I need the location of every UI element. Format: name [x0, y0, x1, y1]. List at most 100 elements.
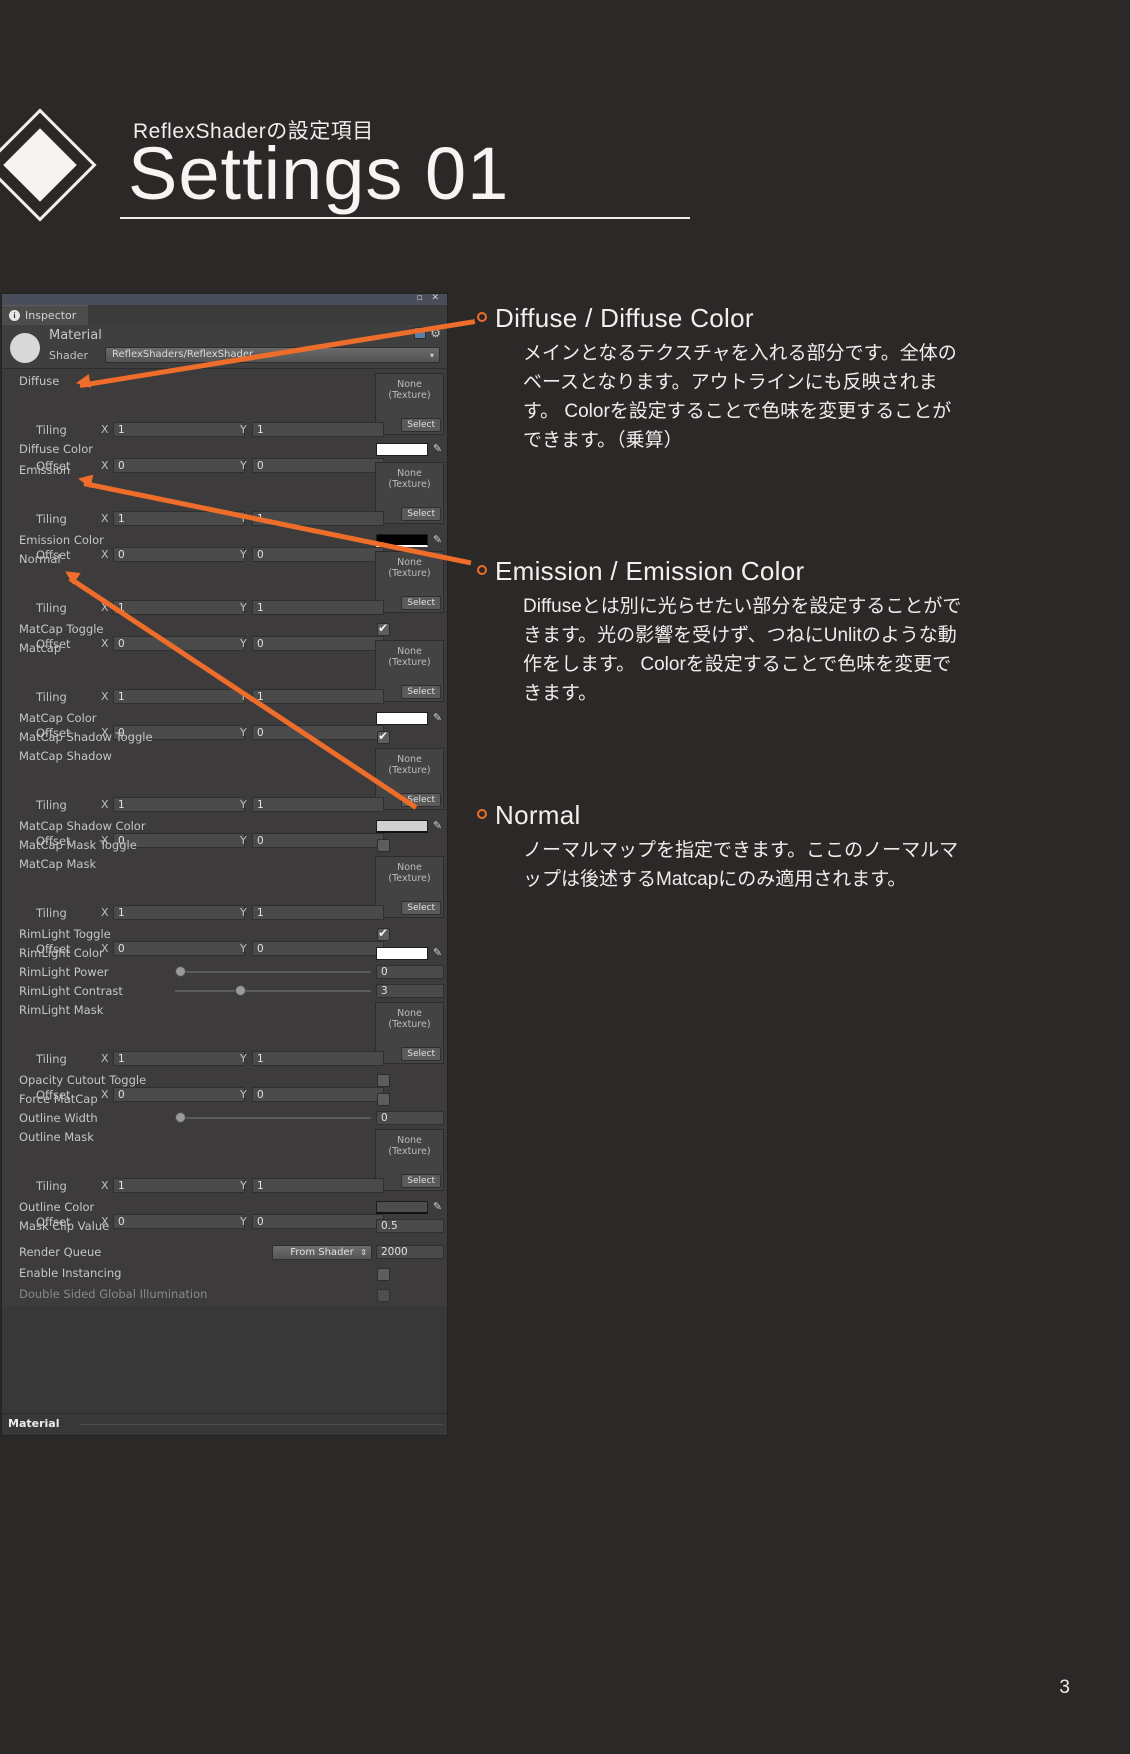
row-matcap-color[interactable]: MatCap Color ✎ — [2, 709, 447, 728]
row-rimlight-mask[interactable]: RimLight Mask — [2, 1001, 447, 1020]
tiling-y-input[interactable]: 1 — [252, 600, 384, 615]
eyedropper-icon[interactable]: ✎ — [431, 443, 444, 456]
row-matcap-mask[interactable]: MatCap Mask — [2, 855, 447, 874]
note-bullet-icon — [477, 809, 487, 819]
row-outline-mask-tiling[interactable]: Tiling X1 Y1 — [2, 1177, 447, 1196]
row-force-matcap[interactable]: Force MatCap — [2, 1090, 447, 1109]
slider-knob[interactable] — [175, 966, 186, 977]
row-rimlight-mask-tiling[interactable]: Tiling X1 Y1 — [2, 1050, 447, 1069]
eyedropper-icon[interactable]: ✎ — [431, 712, 444, 725]
color-swatch-rimlight[interactable] — [376, 947, 428, 960]
slider-outline-width[interactable] — [175, 1111, 371, 1124]
row-enable-instancing[interactable]: Enable Instancing — [2, 1264, 447, 1285]
row-matcap-shadow[interactable]: MatCap Shadow — [2, 747, 447, 766]
row-rimlight-color[interactable]: RimLight Color ✎ — [2, 944, 447, 963]
checkbox-matcap-shadow-toggle[interactable] — [377, 729, 390, 744]
eyedropper-icon[interactable]: ✎ — [431, 947, 444, 960]
row-label: Emission Color — [19, 533, 104, 547]
row-matcap-mask-tiling[interactable]: Tiling X1 Y1 — [2, 904, 447, 923]
row-matcap-tiling[interactable]: Tiling X1 Y1 — [2, 688, 447, 707]
axis-y-label: Y — [240, 906, 247, 919]
window-buttons[interactable]: ▫ ✕ — [416, 293, 442, 304]
axis-y-label: Y — [240, 1052, 247, 1065]
tiling-x-input[interactable]: 1 — [113, 422, 245, 437]
checkbox-force-matcap[interactable] — [377, 1093, 390, 1106]
slider-knob[interactable] — [175, 1112, 186, 1123]
footer-label: Material — [8, 1417, 60, 1430]
row-outline-width[interactable]: Outline Width 0 — [2, 1109, 447, 1128]
color-swatch-diffuse[interactable] — [376, 443, 428, 456]
tiling-label: Tiling — [36, 798, 67, 812]
tiling-x-input[interactable]: 1 — [113, 905, 245, 920]
tiling-x-input[interactable]: 1 — [113, 1051, 245, 1066]
tiling-y-input[interactable]: 1 — [252, 1051, 384, 1066]
tiling-y-input[interactable]: 1 — [252, 1178, 384, 1193]
tiling-y-input[interactable]: 1 — [252, 797, 384, 812]
row-label: Diffuse Color — [19, 442, 94, 456]
row-rimlight-power[interactable]: RimLight Power 0 — [2, 963, 447, 982]
checkbox-rimlight-toggle[interactable] — [377, 926, 390, 941]
row-opacity-cutout-toggle[interactable]: Opacity Cutout Toggle — [2, 1071, 447, 1090]
slider-rimlight-power[interactable] — [175, 965, 371, 978]
row-emission-color[interactable]: Emission Color ✎ — [2, 531, 447, 550]
row-normal-tiling[interactable]: Tiling X1 Y1 — [2, 599, 447, 618]
tiling-y-input[interactable]: 1 — [252, 905, 384, 920]
tiling-x-input[interactable]: 1 — [113, 797, 245, 812]
row-outline-color[interactable]: Outline Color ✎ — [2, 1198, 447, 1217]
checkbox-matcap-mask-toggle[interactable] — [377, 839, 390, 852]
checkbox-enable-instancing[interactable] — [377, 1268, 390, 1281]
checkbox-matcap-toggle[interactable] — [377, 621, 390, 636]
input-mask-clip-value[interactable]: 0.5 — [376, 1219, 444, 1233]
row-outline-mask[interactable]: Outline Mask — [2, 1128, 447, 1147]
input-outline-width[interactable]: 0 — [376, 1111, 444, 1125]
row-render-queue[interactable]: Render Queue From Shader ⇕ 2000 — [2, 1243, 447, 1264]
tiling-label: Tiling — [36, 690, 67, 704]
color-swatch-matcap-shadow[interactable] — [376, 820, 428, 833]
tiling-x-input[interactable]: 1 — [113, 689, 245, 704]
tiling-label: Tiling — [36, 601, 67, 615]
row-rimlight-contrast[interactable]: RimLight Contrast 3 — [2, 982, 447, 1001]
row-mask-clip-value[interactable]: Mask Clip Value 0.5 — [2, 1217, 447, 1236]
tab-inspector[interactable]: i Inspector — [2, 305, 89, 325]
row-matcap-shadow-color[interactable]: MatCap Shadow Color ✎ — [2, 817, 447, 836]
row-rimlight-toggle[interactable]: RimLight Toggle — [2, 925, 447, 944]
row-diffuse[interactable]: Diffuse — [2, 372, 447, 391]
row-label: MatCap Toggle — [19, 622, 104, 636]
slider-rimlight-contrast[interactable] — [175, 984, 371, 997]
dropdown-render-queue-source[interactable]: From Shader ⇕ — [272, 1245, 372, 1260]
input-rimlight-contrast[interactable]: 3 — [376, 984, 444, 998]
row-label: Diffuse — [19, 374, 60, 388]
tiling-x-input[interactable]: 1 — [113, 600, 245, 615]
slider-knob[interactable] — [235, 985, 246, 996]
checkbox-opacity-cutout-toggle[interactable] — [377, 1074, 390, 1087]
row-label: Normal — [19, 552, 61, 566]
row-matcap-shadow-tiling[interactable]: Tiling X1 Y1 — [2, 796, 447, 815]
color-swatch-matcap[interactable] — [376, 712, 428, 725]
leader-arrow-diffuse — [74, 373, 92, 391]
prop-group-emission: None (Texture) Select Emission Tiling X1 … — [2, 461, 447, 562]
header-underline — [120, 217, 690, 219]
prop-group-outline-mask: None (Texture) Select Outline Mask Tiling… — [2, 1128, 447, 1229]
note-title: Emission / Emission Color — [495, 556, 805, 586]
info-icon: i — [9, 310, 20, 321]
row-matcap-mask-toggle[interactable]: MatCap Mask Toggle — [2, 836, 447, 855]
color-swatch-outline[interactable] — [376, 1201, 428, 1214]
eyedropper-icon[interactable]: ✎ — [431, 820, 444, 833]
eyedropper-icon[interactable]: ✎ — [431, 1201, 444, 1214]
input-render-queue-value[interactable]: 2000 — [376, 1245, 444, 1259]
tiling-label: Tiling — [36, 906, 67, 920]
row-emission[interactable]: Emission — [2, 461, 447, 480]
tiling-y-input[interactable]: 1 — [252, 422, 384, 437]
row-diffuse-tiling[interactable]: Tiling X1 Y1 — [2, 421, 447, 440]
row-label: MatCap Color — [19, 711, 97, 725]
input-rimlight-power[interactable]: 0 — [376, 965, 444, 979]
tiling-y-input[interactable]: 1 — [252, 689, 384, 704]
section-divider — [2, 1236, 447, 1243]
row-matcap-toggle[interactable]: MatCap Toggle — [2, 620, 447, 639]
axis-y-label: Y — [240, 601, 247, 614]
eyedropper-icon[interactable]: ✎ — [431, 534, 444, 547]
row-diffuse-color[interactable]: Diffuse Color ✎ — [2, 440, 447, 461]
row-matcap[interactable]: Matcap — [2, 639, 447, 658]
row-matcap-shadow-toggle[interactable]: MatCap Shadow Toggle — [2, 728, 447, 747]
tiling-x-input[interactable]: 1 — [113, 1178, 245, 1193]
